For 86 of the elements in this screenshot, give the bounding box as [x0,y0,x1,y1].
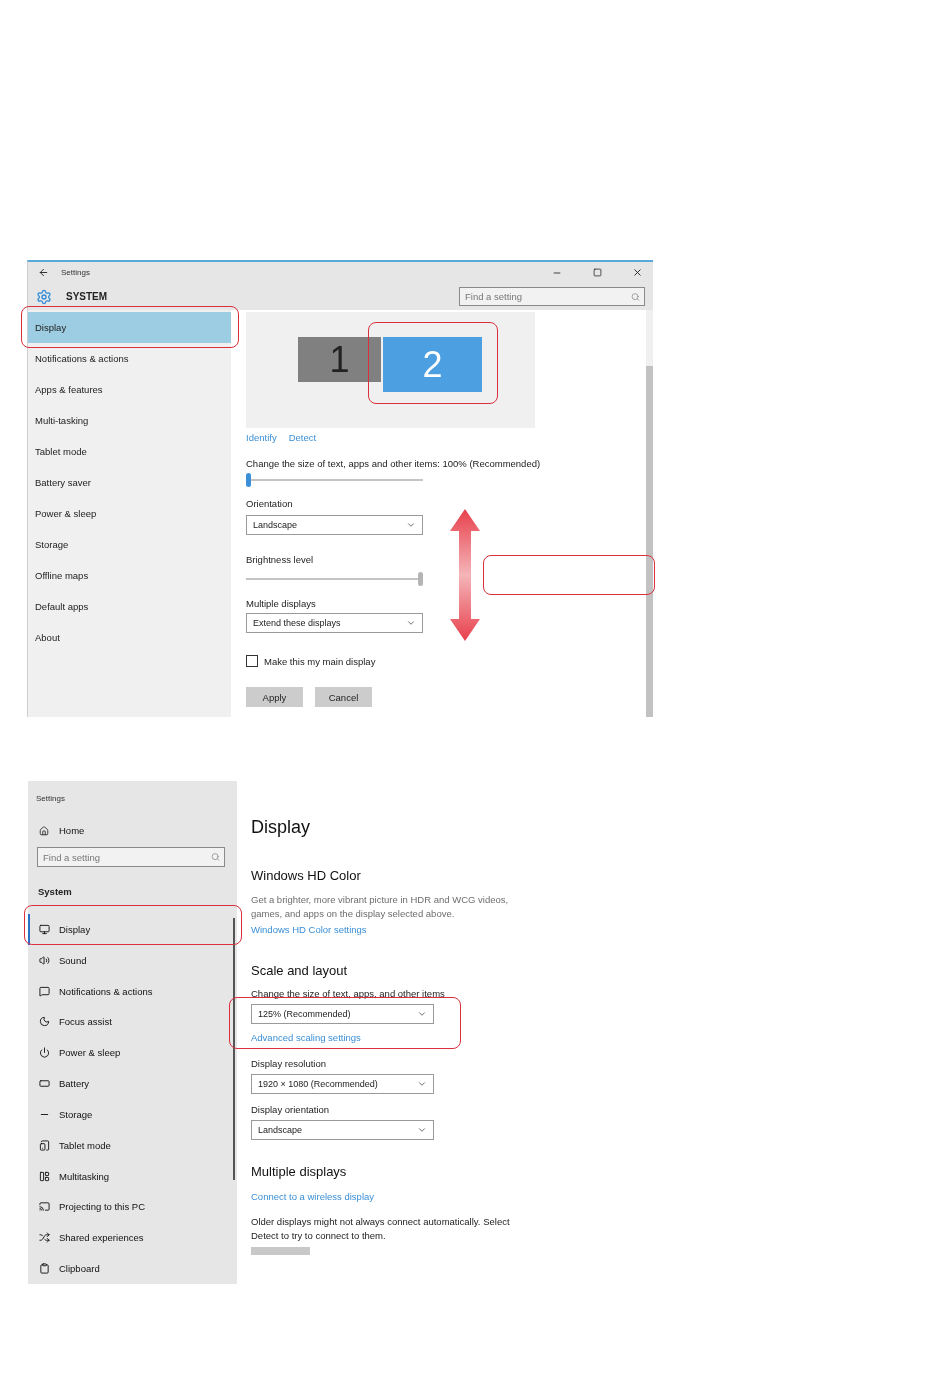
chevron-icon [417,1079,427,1089]
monitor-icon [39,923,50,935]
chevron-icon [406,618,416,628]
sidebar-item[interactable]: Offline maps [28,560,231,591]
sidebar-item[interactable]: Battery [28,1068,229,1099]
crossed-arrows-icon [39,1232,50,1244]
chevron-icon [417,1009,427,1019]
link[interactable]: Detect [288,432,317,443]
setting-label: Brightness level [246,554,315,565]
setting-label: Change the size of text, apps, and other items [251,988,446,999]
window-title: Settings [36,794,65,803]
message-icon [39,985,50,997]
link[interactable]: Identify [246,432,277,443]
link[interactable]: Advanced scaling settings [251,1032,548,1043]
apply-button[interactable]: Apply [246,687,303,707]
description: Older displays might not always connect automatically. Select Detect to try to connect to them. [251,1215,511,1242]
power-icon [39,1047,50,1059]
link[interactable]: Connect to a wireless display [251,1191,548,1202]
orientation-dropdown[interactable]: Landscape [251,1120,434,1140]
sidebar-item[interactable]: Battery saver [28,467,231,498]
setting-label: Display resolution [251,1058,327,1069]
setting-label: Orientation [246,498,294,509]
sidebar-item[interactable]: Multi-tasking [28,405,231,436]
home-icon[interactable] [39,825,49,836]
maximize-icon[interactable] [592,268,602,277]
moon-icon [39,1016,50,1028]
sidebar-item[interactable]: Storage [28,1098,229,1130]
battery-icon [39,1078,50,1090]
section-title: System [38,886,72,897]
orientation-dropdown[interactable]: Landscape [246,515,423,535]
sidebar-item[interactable]: Default apps [28,591,231,622]
section-heading: Multiple displays [251,1164,348,1179]
scale-slider[interactable] [246,474,423,486]
sidebar-item[interactable]: Sound [28,944,229,976]
sidebar-item[interactable]: Display [28,312,231,343]
sidebar-item[interactable]: Tablet mode [28,436,231,467]
sidebar-item[interactable]: Multitasking [28,1160,229,1192]
gear-icon [36,288,52,305]
search-icon [631,292,640,301]
search-field[interactable]: Find a setting [459,287,645,306]
sidebar-item[interactable]: Shared experiences [28,1222,229,1254]
sidebar-item[interactable]: Power & sleep [28,498,231,529]
window-title: Settings [61,268,90,277]
sidebar-item[interactable]: Projecting to this PC [28,1191,229,1223]
checkbox-label: Make this my main display [264,655,376,667]
chevron-icon [417,1125,427,1135]
link[interactable]: Windows HD Color settings [251,924,548,935]
chevron-icon [406,520,416,530]
search-field[interactable]: Find a setting [37,847,225,867]
close-icon[interactable] [631,267,643,278]
checkbox[interactable] [246,655,258,667]
setting-label: Display orientation [251,1104,331,1115]
setting-label: Change the size of text, apps and other items: 100% (Recommended) [246,458,542,469]
layout-icon [39,1170,50,1182]
section-heading: Scale and layout [251,963,349,978]
slider-thumb[interactable] [246,473,251,487]
cancel-button[interactable]: Cancel [315,687,372,707]
sidebar-item[interactable]: Focus assist [28,1006,229,1038]
sidebar-item[interactable]: About [28,622,231,653]
sidebar-item[interactable]: Notifications & actions [28,343,231,374]
multiple-displays-dropdown[interactable]: Extend these displays [246,613,423,633]
sidebar-item[interactable]: Apps & features [28,374,231,405]
double-arrow-icon [449,509,481,641]
speaker-icon [39,954,50,966]
sidebar-item[interactable]: Clipboard [28,1253,229,1284]
section-title: SYSTEM [66,291,108,302]
page-title: Display [251,817,312,838]
brightness-slider[interactable] [246,573,423,585]
slider-thumb[interactable] [418,572,423,586]
clipboard-icon [39,1263,50,1274]
sidebar-item[interactable]: Display [28,914,229,945]
sidebar-item[interactable]: Notifications & actions [28,975,229,1007]
search-icon [211,852,220,862]
cast-icon [39,1201,50,1213]
home-link[interactable]: Home [59,825,85,836]
sidebar-item[interactable]: Power & sleep [28,1037,229,1069]
back-arrow-icon[interactable] [38,267,49,278]
setting-label: Multiple displays [246,598,317,609]
resolution-dropdown[interactable]: 1920 × 1080 (Recommended) [251,1074,434,1094]
section-heading: Windows HD Color [251,868,362,883]
sidebar-item[interactable]: Tablet mode [28,1129,229,1161]
scale-dropdown[interactable]: 125% (Recommended) [251,1004,434,1024]
tablet-icon [39,1139,50,1151]
description: Get a brighter, more vibrant picture in HDR and WCG videos, games, and apps on the display selected above. [251,893,510,920]
monitor-tile[interactable]: 1 [298,337,381,382]
sidebar-item[interactable]: Storage [28,529,231,560]
